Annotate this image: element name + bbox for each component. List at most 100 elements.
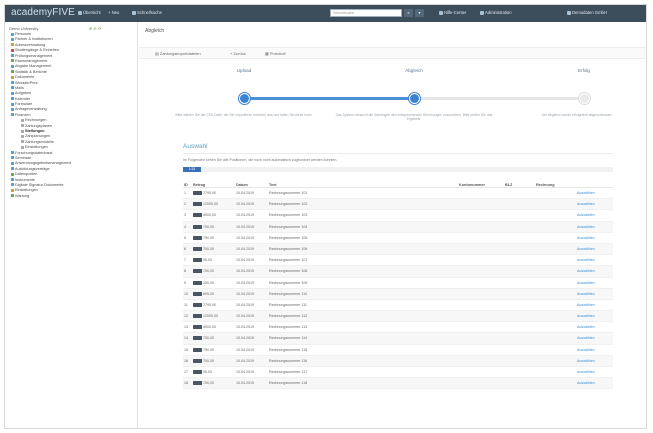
app-window: academyFIVE Übersicht + Neu Schnellsuche… (4, 4, 647, 429)
nav-quicksearch[interactable]: Schnellsuche (132, 10, 162, 15)
table-row: 18 750,00 10.04.2019 Rechnungsnummer 118 Aus… (183, 378, 613, 390)
folder-icon (21, 145, 24, 149)
nav-admin[interactable]: Administration (480, 10, 512, 15)
select-link[interactable]: Auswählen (577, 213, 595, 217)
select-link[interactable]: Auswählen (577, 191, 595, 195)
sidebar-item-label: Forschungsdatenbank (15, 150, 53, 155)
step-match-description: Das System versucht die Zahlungen den en… (335, 113, 493, 122)
table-row: 6 750,00 10.04.2019 Rechnungsnummer 106 Ausw… (183, 243, 613, 256)
folder-icon (21, 140, 24, 144)
row-id: 8 (184, 269, 186, 274)
row-amount: 5000,00 (193, 213, 216, 218)
sidebar: Demo University ⊕ ⊖ ⟲ Personen Partner & … (5, 22, 138, 428)
sidebar-item[interactable]: Wartung (5, 194, 137, 199)
col-date[interactable]: Datum (236, 183, 248, 187)
back-button[interactable]: + Zurück (230, 51, 246, 56)
step-upload-description: Bitte wählen Sie die CSV-Datei, die Sie … (175, 113, 313, 117)
table-row: 13 5000,00 10.04.2019 Rechnungsnummer 113 Au… (183, 322, 613, 334)
import-stepper: Upload Abgleich Erfolg Bitte wählen Sie … (139, 60, 646, 126)
row-date: 10.04.2019 (236, 302, 254, 307)
select-link[interactable]: Auswählen (577, 281, 595, 285)
currency-badge-icon (193, 370, 202, 375)
select-link[interactable]: Auswählen (577, 303, 595, 307)
row-text: Rechnungsnummer 105 (269, 235, 308, 240)
row-amount-value: 7795,00 (203, 302, 216, 307)
row-amount-value: 750,00 (203, 235, 214, 240)
app-logo[interactable]: academyFIVE (11, 7, 75, 18)
currency-badge-icon (193, 269, 202, 274)
protocol-button[interactable]: ▦ Protokoll (265, 51, 285, 56)
folder-icon (21, 129, 24, 133)
folder-icon (11, 54, 14, 58)
row-text: Rechnungsnummer 108 (269, 269, 308, 274)
row-amount-value: 250,00 (203, 280, 214, 285)
folder-icon (11, 161, 14, 165)
sidebar-item-label: Anwendungsgebietsmanagement (15, 161, 72, 166)
folder-icon (11, 102, 14, 106)
row-date: 10.04.2019 (236, 224, 254, 229)
search-button[interactable]: ⌕ (404, 9, 413, 17)
row-text: Rechnungsnummer 103 (269, 213, 308, 218)
select-link[interactable]: Auswählen (577, 370, 595, 374)
select-link[interactable]: Auswählen (577, 258, 595, 262)
select-link[interactable]: Auswählen (577, 348, 595, 352)
filter-button[interactable]: ▾ (415, 9, 424, 17)
row-id: 15 (184, 347, 188, 352)
select-link[interactable]: Auswählen (577, 336, 595, 340)
step-success-description: Der Abgleich wurde erfolgreich abgeschlo… (541, 113, 613, 117)
nav-user[interactable]: Demodaten GmbH (567, 10, 607, 15)
folder-icon (11, 97, 14, 101)
col-id[interactable]: ID (184, 183, 188, 187)
select-link[interactable]: Auswählen (577, 325, 595, 329)
select-link[interactable]: Auswählen (577, 269, 595, 273)
payment-import-files-button[interactable]: ▤ Zahlungsimportdateien (155, 51, 201, 56)
table-row: 9 250,00 10.04.2019 Rechnungsnummer 109 Ausw… (183, 278, 613, 289)
sidebar-item-label: Stellungen (25, 129, 45, 134)
col-account[interactable]: Kontonummer (459, 183, 485, 187)
currency-badge-icon (193, 325, 202, 330)
sidebar-tools[interactable]: ⊕ ⊖ ⟲ (89, 26, 101, 31)
step-upload-marker[interactable] (239, 93, 250, 104)
select-link[interactable]: Auswählen (577, 359, 595, 363)
search-input[interactable]: Schnellsuche (330, 9, 402, 17)
col-text[interactable]: Text (269, 183, 277, 187)
folder-icon (11, 156, 14, 160)
sidebar-item-label: Adressverwaltung (15, 42, 46, 47)
col-invoice[interactable]: Rechnung (536, 183, 555, 187)
nav-help[interactable]: Hilfe-Center (439, 10, 466, 15)
folder-icon (11, 178, 14, 182)
select-link[interactable]: Auswählen (577, 202, 595, 206)
step-match-label: Abgleich (405, 68, 423, 73)
select-link[interactable]: Auswählen (577, 381, 595, 385)
select-link[interactable]: Auswählen (577, 236, 595, 240)
col-blz[interactable]: BLZ (505, 183, 512, 187)
currency-badge-icon (193, 258, 202, 263)
row-text: Rechnungsnummer 118 (269, 381, 308, 386)
row-amount: 95,00 (193, 258, 212, 263)
select-link[interactable]: Auswählen (577, 225, 595, 229)
nav-overview[interactable]: Übersicht (78, 10, 101, 15)
sidebar-item-label: Einstellungen (15, 188, 38, 193)
row-amount: 12000,00 (193, 314, 218, 319)
progress-badge: 1/18 (183, 167, 201, 172)
row-date: 10.04.2019 (236, 235, 254, 240)
table-row: 4 750,00 10.04.2019 Rechnungsnummer 104 Ausw… (183, 221, 613, 233)
table-row: 7 95,00 10.04.2019 Rechnungsnummer 107 Auswä… (183, 255, 613, 267)
sidebar-item-label: Ausbildungsverträge (15, 166, 50, 171)
step-match-marker[interactable] (409, 93, 420, 104)
select-link[interactable]: Auswählen (577, 292, 595, 296)
table-row: 1 7795,00 10.04.2019 Rechnungsnummer 101 Aus… (183, 188, 613, 200)
select-link[interactable]: Auswählen (577, 247, 595, 251)
sidebar-item-label: Einstellungen (25, 145, 48, 150)
row-amount-value: 12000,00 (203, 202, 218, 207)
sidebar-item-label: Dokumente (15, 75, 35, 80)
sidebar-item-label: Datenquellen (15, 172, 38, 177)
select-link[interactable]: Auswählen (577, 314, 595, 318)
row-id: 9 (184, 280, 186, 285)
row-text: Rechnungsnummer 113 (269, 325, 308, 330)
sidebar-item-label: Rechnungen (25, 118, 47, 123)
nav-new[interactable]: + Neu (108, 10, 119, 15)
folder-icon (11, 86, 14, 90)
col-amount[interactable]: Betrag (193, 183, 205, 187)
row-amount-value: 750,00 (203, 347, 214, 352)
